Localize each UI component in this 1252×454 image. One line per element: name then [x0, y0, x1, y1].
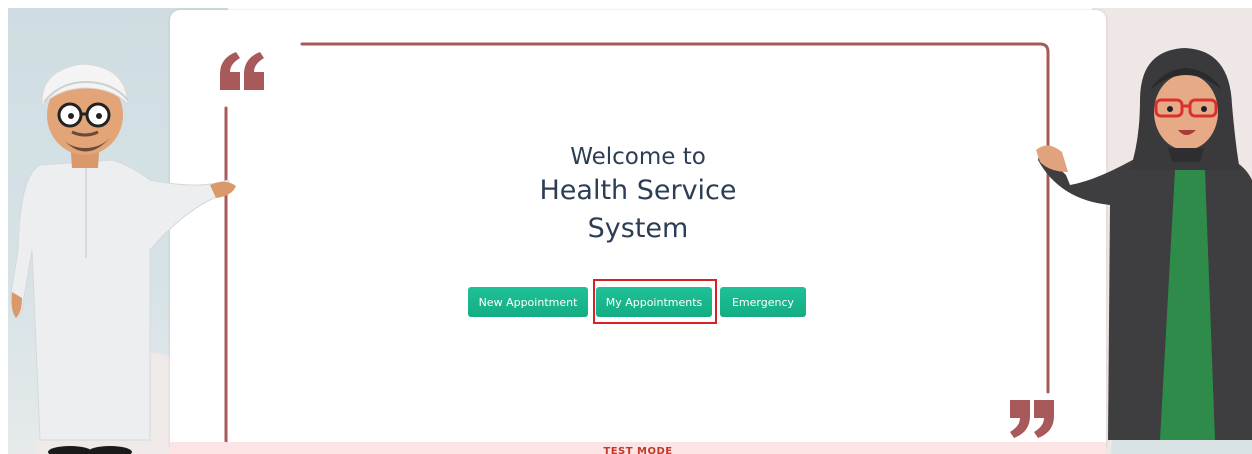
- welcome-line-2: Health Service: [539, 175, 737, 206]
- welcome-heading: Welcome to Health Service System: [170, 142, 1106, 248]
- man-character-illustration: [9, 63, 236, 454]
- welcome-line-1: Welcome to: [570, 144, 706, 170]
- test-mode-banner: TEST MODE: [170, 442, 1106, 454]
- welcome-line-3: System: [587, 213, 689, 244]
- test-mode-text: TEST MODE: [603, 446, 673, 454]
- emergency-button[interactable]: Emergency: [720, 287, 806, 317]
- close-quote-icon: [1010, 400, 1054, 438]
- new-appointment-button[interactable]: New Appointment: [468, 287, 588, 317]
- selection-highlight-box: [593, 279, 717, 324]
- open-quote-icon: [220, 52, 264, 90]
